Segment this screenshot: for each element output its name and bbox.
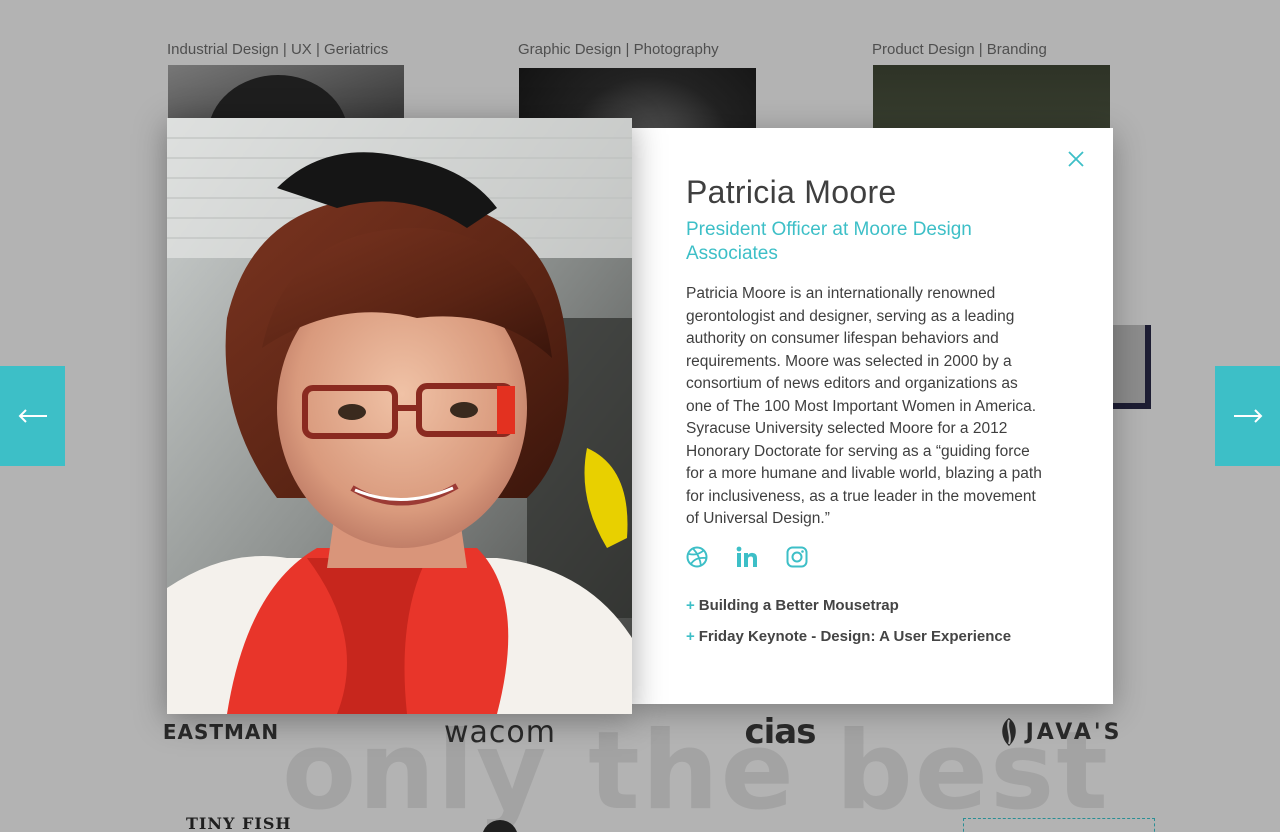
previous-speaker-button[interactable] xyxy=(0,366,65,466)
talk-title: Friday Keynote - Design: A User Experien… xyxy=(698,628,1012,645)
dribbble-icon xyxy=(686,546,708,568)
sponsor-logo-javas-text: JAVA'S xyxy=(1025,719,1123,745)
dashed-outline-box xyxy=(963,818,1155,832)
talk-title: Building a Better Mousetrap xyxy=(698,597,899,614)
dribbble-link[interactable] xyxy=(686,546,708,568)
sponsor-logo-eastman: EASTMAN xyxy=(162,720,280,744)
sponsor-logo-javas: JAVA'S xyxy=(986,712,1132,752)
talk-link-mousetrap[interactable]: + Building a Better Mousetrap xyxy=(686,597,1011,614)
sponsor-logo-cias: cias xyxy=(744,712,817,752)
arrow-left-icon xyxy=(18,409,47,423)
sponsor-logo-tinyfish: TINY FISH xyxy=(186,814,292,832)
portrait-image xyxy=(167,118,632,714)
linkedin-link[interactable] xyxy=(736,546,758,568)
expand-plus-icon: + xyxy=(686,628,695,645)
speaker-bio: Patricia Moore is an internationally ren… xyxy=(686,285,1042,527)
social-links xyxy=(686,546,808,568)
speaker-role: President Officer at Moore Design Associ… xyxy=(686,219,972,264)
expand-plus-icon: + xyxy=(686,597,695,614)
close-modal-button[interactable] xyxy=(1067,150,1085,168)
instagram-link[interactable] xyxy=(786,546,808,568)
close-icon xyxy=(1068,151,1084,167)
speaker-tag-1: Industrial Design | UX | Geriatrics xyxy=(167,41,389,58)
next-speaker-button[interactable] xyxy=(1215,366,1280,466)
speaker-tag-3: Product Design | Branding xyxy=(872,41,1047,58)
javas-bean-icon xyxy=(1001,718,1016,746)
talk-list: + Building a Better Mousetrap + Friday Key… xyxy=(686,597,1011,659)
speaker-name: Patricia Moore xyxy=(686,174,897,210)
sponsor-logo-wacom: wacom xyxy=(444,714,556,750)
speaker-modal: Patricia Moore President Officer at Moor… xyxy=(632,128,1113,704)
arrow-right-icon xyxy=(1233,409,1262,423)
talk-link-keynote[interactable]: + Friday Keynote - Design: A User Experie… xyxy=(686,628,1011,645)
speaker-portrait xyxy=(167,118,632,714)
linkedin-icon xyxy=(736,546,757,567)
instagram-icon xyxy=(786,546,808,568)
speaker-tag-2: Graphic Design | Photography xyxy=(518,41,719,58)
